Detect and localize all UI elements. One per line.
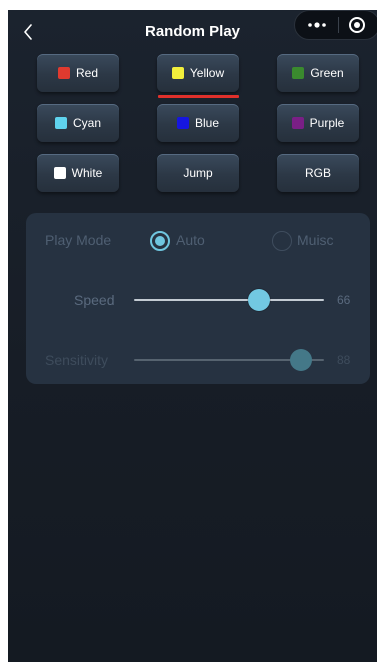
color-button-purple[interactable]: Purple <box>277 104 359 142</box>
color-button-green[interactable]: Green <box>277 54 359 92</box>
speed-value: 66 <box>337 293 351 307</box>
color-swatch <box>54 117 67 129</box>
color-button-label: Purple <box>309 116 345 130</box>
color-button-cyan[interactable]: Cyan <box>37 104 119 142</box>
more-button[interactable] <box>295 11 338 39</box>
color-button-label: Yellow <box>189 66 225 80</box>
auto-radio-label[interactable]: Auto <box>176 232 205 248</box>
color-button-red[interactable]: Red <box>37 54 119 92</box>
close-miniprogram-button[interactable] <box>339 11 375 39</box>
speed-label: Speed <box>74 292 115 308</box>
color-button-yellow[interactable]: Yellow <box>157 54 239 92</box>
sensitivity-value: 88 <box>337 353 351 367</box>
color-swatch <box>53 167 66 179</box>
speed-slider-track[interactable] <box>134 299 324 301</box>
play-mode-label: Play Mode <box>45 232 112 248</box>
mini-program-capsule <box>294 10 377 40</box>
color-swatch <box>291 117 304 129</box>
color-button-blue[interactable]: Blue <box>157 104 239 142</box>
color-button-label: Cyan <box>72 116 101 130</box>
rgb-button-label: RGB <box>304 166 331 180</box>
settings-panel: Play Mode Auto Muisc Speed 66 Sensitivit… <box>26 213 370 384</box>
color-button-label: Blue <box>194 116 220 130</box>
sensitivity-label: Sensitivity <box>45 352 109 368</box>
selected-indicator <box>158 95 239 98</box>
more-dots-icon <box>307 22 326 28</box>
color-swatch <box>57 67 70 79</box>
color-button-label: Red <box>75 66 98 80</box>
color-button-white[interactable]: White <box>37 154 119 192</box>
color-button-label: White <box>71 166 103 180</box>
sensitivity-slider-thumb[interactable] <box>290 349 313 371</box>
color-swatch <box>171 67 184 79</box>
rgb-button[interactable]: RGB <box>277 154 359 192</box>
auto-radio[interactable] <box>150 231 170 251</box>
color-swatch <box>292 67 305 79</box>
color-button-label: Green <box>310 66 344 80</box>
speed-slider-thumb[interactable] <box>248 289 271 311</box>
jump-button[interactable]: Jump <box>157 154 239 192</box>
music-radio[interactable] <box>272 231 292 251</box>
target-icon <box>349 17 365 33</box>
jump-button-label: Jump <box>183 166 213 180</box>
app-screen: Random Play Red Yellow Green Cyan Blue P… <box>8 10 377 662</box>
color-swatch <box>176 117 189 129</box>
music-radio-label[interactable]: Muisc <box>297 232 334 248</box>
